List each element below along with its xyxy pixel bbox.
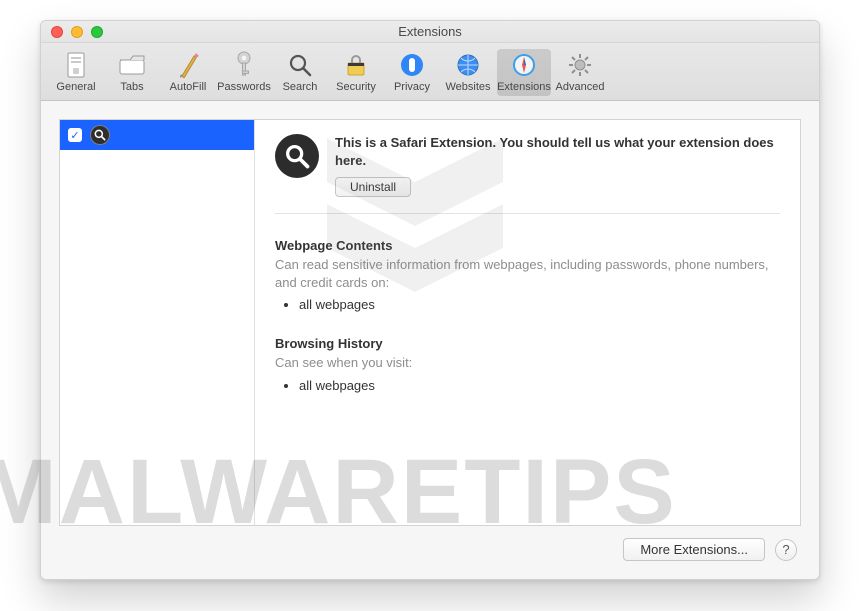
gear-icon [566,51,594,79]
permission-list: all webpages [299,297,780,312]
lock-icon [342,51,370,79]
permission-item: all webpages [299,378,780,393]
privacy-icon [398,51,426,79]
globe-icon [454,51,482,79]
permission-list: all webpages [299,378,780,393]
permission-title: Browsing History [275,336,780,351]
detail-header: This is a Safari Extension. You should t… [275,134,780,214]
permission-description: Can read sensitive information from webp… [275,256,780,291]
detail-header-text: This is a Safari Extension. You should t… [335,134,780,197]
toolbar-label: AutoFill [170,81,207,93]
toolbar-label: Search [283,81,318,93]
uninstall-button[interactable]: Uninstall [335,177,411,197]
toolbar-item-extensions[interactable]: Extensions [497,49,551,96]
body-area: ✓ This is a Safari Extension. You should… [41,101,819,579]
extension-description: This is a Safari Extension. You should t… [335,134,780,169]
permission-section-browsing-history: Browsing History Can see when you visit:… [275,336,780,393]
toolbar-label: Advanced [556,81,605,93]
help-button[interactable]: ? [775,539,797,561]
close-window-button[interactable] [51,26,63,38]
extension-detail: This is a Safari Extension. You should t… [255,120,800,525]
extension-row[interactable]: ✓ [60,120,254,150]
toolbar-item-websites[interactable]: Websites [441,49,495,96]
toolbar-label: Privacy [394,81,430,93]
toolbar-item-autofill[interactable]: AutoFill [161,49,215,96]
toolbar-label: Tabs [120,81,143,93]
magnifier-icon [90,125,110,145]
permission-title: Webpage Contents [275,238,780,253]
compass-icon [510,51,538,79]
permission-description: Can see when you visit: [275,354,780,372]
permission-section-webpage-contents: Webpage Contents Can read sensitive info… [275,238,780,312]
extensions-sidebar: ✓ [60,120,255,525]
key-icon [230,51,258,79]
extension-enabled-checkbox[interactable]: ✓ [68,128,82,142]
permission-item: all webpages [299,297,780,312]
toolbar-label: Extensions [497,81,551,93]
footer: More Extensions... ? [59,526,801,561]
preferences-toolbar: General Tabs AutoFill Passwords [41,43,819,101]
more-extensions-button[interactable]: More Extensions... [623,538,765,561]
toolbar-label: Passwords [217,81,271,93]
general-icon [62,51,90,79]
toolbar-item-passwords[interactable]: Passwords [217,49,271,96]
toolbar-item-general[interactable]: General [49,49,103,96]
toolbar-item-advanced[interactable]: Advanced [553,49,607,96]
preferences-window: Extensions General Tabs AutoFill [40,20,820,580]
toolbar-label: General [56,81,95,93]
toolbar-item-tabs[interactable]: Tabs [105,49,159,96]
search-icon [286,51,314,79]
window-controls [41,26,103,38]
tabs-icon [118,51,146,79]
zoom-window-button[interactable] [91,26,103,38]
window-title: Extensions [41,24,819,39]
magnifier-icon [275,134,319,178]
toolbar-item-search[interactable]: Search [273,49,327,96]
titlebar: Extensions [41,21,819,43]
toolbar-label: Security [336,81,376,93]
minimize-window-button[interactable] [71,26,83,38]
toolbar-item-security[interactable]: Security [329,49,383,96]
autofill-icon [174,51,202,79]
toolbar-item-privacy[interactable]: Privacy [385,49,439,96]
extensions-panel: ✓ This is a Safari Extension. You should… [59,119,801,526]
toolbar-label: Websites [445,81,490,93]
